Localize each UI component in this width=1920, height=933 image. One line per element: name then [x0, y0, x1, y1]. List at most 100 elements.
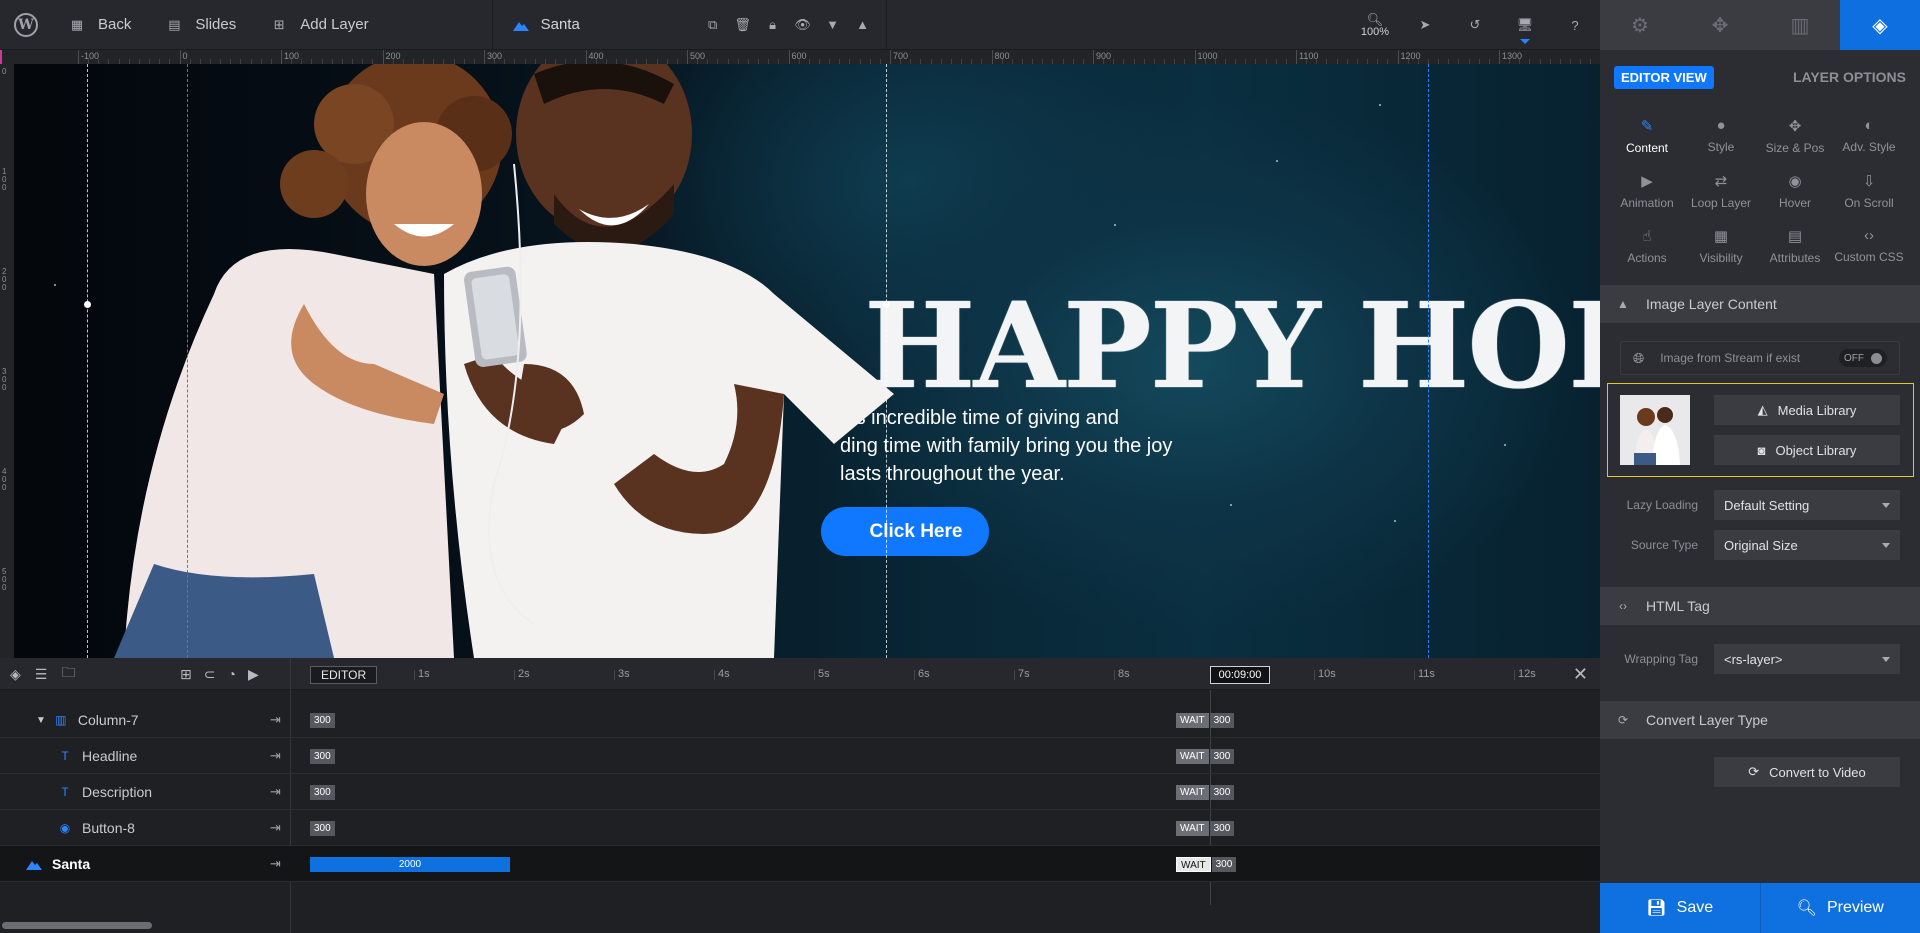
option-loop-layer[interactable]: ⇄ Loop Layer	[1684, 163, 1758, 218]
folder-icon[interactable]: 🗀	[61, 662, 75, 686]
headline-layer[interactable]: HAPPY HOLIDA	[864, 276, 1600, 415]
wrapping-tag-select[interactable]: <rs-layer>	[1714, 644, 1900, 674]
option-actions[interactable]: ☝ Actions	[1610, 218, 1684, 273]
timeline-scrollbar[interactable]	[2, 922, 152, 929]
timeline-row-description[interactable]: T Description ⇥ 300 WAIT 300	[0, 774, 1600, 810]
cursor-icon[interactable]: ➤	[1400, 0, 1450, 50]
desktop-device-icon[interactable]: 🖥︎	[1500, 0, 1550, 50]
eye-icon[interactable]: 👁︎	[788, 10, 818, 40]
magnet-icon[interactable]: ⊂	[204, 666, 216, 683]
wait-chip[interactable]: WAIT 300	[1176, 785, 1235, 800]
media-library-button[interactable]: ◭ Media Library	[1714, 395, 1900, 425]
lazy-loading-field: Lazy Loading Default Setting	[1600, 485, 1920, 525]
save-button[interactable]: 💾︎ Save	[1600, 883, 1760, 933]
option-hover[interactable]: ◉ Hover	[1758, 163, 1832, 218]
chevron-down-icon	[1882, 656, 1890, 662]
slide-canvas[interactable]: HAPPY HOLIDA his incredible time of givi…	[14, 64, 1600, 658]
ruler-tick	[484, 50, 485, 64]
couple-image-layer[interactable]	[14, 64, 894, 658]
option-size-pos[interactable]: ✥ Size & Pos	[1758, 108, 1832, 163]
duplicate-icon[interactable]: ⧉	[698, 10, 728, 40]
caret-down-icon[interactable]: ▼	[36, 715, 46, 726]
ruler-tick	[1093, 50, 1094, 64]
play-icon[interactable]: ▶	[248, 666, 259, 683]
list-icon[interactable]: ☰	[35, 666, 48, 683]
wait-chip[interactable]: WAIT 300	[1176, 857, 1237, 872]
source-type-select[interactable]: Original Size	[1714, 530, 1900, 560]
option-visibility[interactable]: ▦ Visibility	[1684, 218, 1758, 273]
stopwatch-icon[interactable]: ◔	[227, 666, 235, 682]
option-adv-style[interactable]: ◐ Adv. Style	[1832, 108, 1906, 163]
wait-chip[interactable]: WAIT 300	[1176, 713, 1235, 728]
editor-mode-chip[interactable]: EDITOR	[310, 666, 378, 684]
arrow-right-bar-icon[interactable]: ⇥	[270, 810, 281, 846]
trash-icon[interactable]: 🗑︎	[728, 10, 758, 40]
ruler-label: 0	[182, 51, 188, 61]
move-down-icon[interactable]: ▼	[818, 10, 848, 40]
chevron-down-icon	[1520, 39, 1530, 44]
start-duration-chip[interactable]: 300	[310, 713, 335, 728]
undo-icon[interactable]: ↺	[1450, 0, 1500, 50]
grid-snap-icon[interactable]: ⊞	[180, 666, 192, 683]
html-tag-section[interactable]: ‹› HTML Tag	[1600, 587, 1920, 625]
ruler-tick	[1296, 50, 1297, 64]
back-button[interactable]: ▦ Back	[52, 0, 149, 50]
convert-layer-type-section[interactable]: ⟳ Convert Layer Type	[1600, 701, 1920, 739]
zoom-button[interactable]: 🔍︎ 100%	[1350, 0, 1400, 50]
layers-icon[interactable]: ◈	[1840, 0, 1920, 50]
arrow-right-bar-icon[interactable]: ⇥	[270, 774, 281, 810]
wait-chip[interactable]: WAIT 300	[1176, 749, 1235, 764]
stream-toggle[interactable]: OFF	[1839, 349, 1887, 367]
lock-icon[interactable]: 🔒︎	[758, 10, 788, 40]
slide-icon[interactable]: ▥	[1760, 0, 1840, 50]
wordpress-logo-button[interactable]: W	[0, 0, 52, 50]
gear-icon[interactable]: ⚙	[1600, 0, 1680, 50]
selected-layer-name[interactable]: Santa	[491, 0, 690, 50]
timeline-row-headline[interactable]: T Headline ⇥ 300 WAIT 300	[0, 738, 1600, 774]
option-attributes[interactable]: ▤ Attributes	[1758, 218, 1832, 273]
timeline-view-tools: ◈ ☰ 🗀	[10, 658, 75, 690]
start-duration-chip[interactable]: 300	[310, 749, 335, 764]
ruler-tick	[788, 50, 790, 64]
ruler-label: 0	[2, 67, 7, 76]
editor-view-badge[interactable]: EDITOR VIEW	[1614, 65, 1714, 89]
add-layer-button[interactable]: ⊞ Add Layer	[254, 0, 386, 50]
ruler-tick	[382, 50, 384, 64]
image-layer-content-section[interactable]: ▲ Image Layer Content	[1600, 285, 1920, 323]
object-library-button[interactable]: ◙ Object Library	[1714, 435, 1900, 465]
text-icon: T	[61, 785, 69, 799]
animation-duration-bar[interactable]: 2000	[310, 857, 510, 872]
option-custom-css[interactable]: ‹› Custom CSS	[1832, 218, 1906, 273]
close-icon[interactable]: ✕	[1573, 664, 1588, 685]
option-animation[interactable]: ▶ Animation	[1610, 163, 1684, 218]
arrow-right-bar-icon[interactable]: ⇥	[270, 846, 281, 882]
convert-to-video-button[interactable]: ⟳ Convert to Video	[1714, 757, 1900, 787]
timeline-row-button-8[interactable]: ◉ Button-8 ⇥ 300 WAIT 300	[0, 810, 1600, 846]
slides-icon: ▤	[168, 16, 181, 32]
timeline-row-column-7[interactable]: ▼ ▥ Column-7 ⇥ 300 WAIT 300	[0, 702, 1600, 738]
layer-options-title: LAYER OPTIONS	[1792, 69, 1906, 85]
stream-option: 🌐︎ Image from Stream if exist OFF	[1620, 341, 1900, 375]
start-duration-chip[interactable]: 300	[310, 821, 335, 836]
current-time[interactable]: 00:09:00	[1210, 666, 1270, 684]
image-thumbnail[interactable]	[1620, 395, 1690, 465]
option-content[interactable]: ✎ Content	[1610, 108, 1684, 163]
timeline-row-santa[interactable]: Santa ⇥ 2000 WAIT 300	[0, 846, 1600, 882]
arrow-right-bar-icon[interactable]: ⇥	[270, 702, 281, 738]
layers-stack-icon[interactable]: ◈	[10, 666, 21, 683]
help-icon[interactable]: ?	[1550, 0, 1600, 50]
arrow-right-bar-icon[interactable]: ⇥	[270, 738, 281, 774]
option-on-scroll[interactable]: ⇩ On Scroll	[1832, 163, 1906, 218]
panel-footer: 💾︎ Save 🔍︎ Preview	[1600, 883, 1920, 933]
wait-chip[interactable]: WAIT 300	[1176, 821, 1235, 836]
ruler-tick	[1397, 50, 1399, 64]
camera-icon: ◙	[1757, 442, 1766, 458]
lazy-loading-select[interactable]: Default Setting	[1714, 490, 1900, 520]
option-style[interactable]: ● Style	[1684, 108, 1758, 163]
move-up-icon[interactable]: ▲	[848, 10, 878, 40]
start-duration-chip[interactable]: 300	[310, 785, 335, 800]
description-layer[interactable]: his incredible time of giving and ding t…	[840, 404, 1240, 488]
slides-button[interactable]: ▤ Slides	[149, 0, 254, 50]
navigation-icon[interactable]: ✥	[1680, 0, 1760, 50]
preview-button[interactable]: 🔍︎ Preview	[1759, 883, 1920, 933]
